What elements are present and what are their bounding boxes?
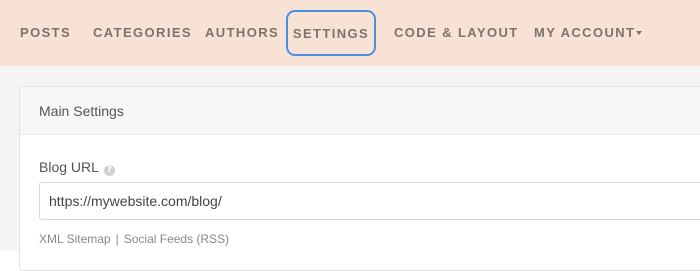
nav-item-my-account[interactable]: MY ACCOUNT [534,0,643,66]
main-settings-panel: Main Settings Blog URL? XML Sitemap | Soci… [19,86,700,271]
xml-sitemap-link[interactable]: XML Sitemap [39,232,111,246]
nav-item-settings[interactable]: SETTINGS [286,10,376,56]
link-separator: | [115,232,119,246]
nav-item-posts[interactable]: POSTS [20,0,71,66]
feed-links: XML Sitemap | Social Feeds (RSS) [39,232,229,246]
nav-item-categories[interactable]: CATEGORIES [93,0,192,66]
nav-item-code-layout[interactable]: CODE & LAYOUT [394,0,519,66]
my-account-label: MY ACCOUNT [534,25,636,40]
blog-url-label-row: Blog URL? [39,159,115,176]
blog-url-input[interactable] [39,182,700,220]
help-icon[interactable]: ? [103,165,115,176]
nav-item-authors[interactable]: AUTHORS [205,0,279,66]
blog-url-label: Blog URL [39,159,99,175]
caret-down-icon [636,30,643,35]
top-navbar: POSTS CATEGORIES AUTHORS SETTINGS CODE &… [0,0,700,66]
panel-title: Main Settings [20,87,700,135]
page-content: Main Settings Blog URL? XML Sitemap | Soci… [0,66,700,271]
social-feeds-link[interactable]: Social Feeds (RSS) [124,232,229,246]
